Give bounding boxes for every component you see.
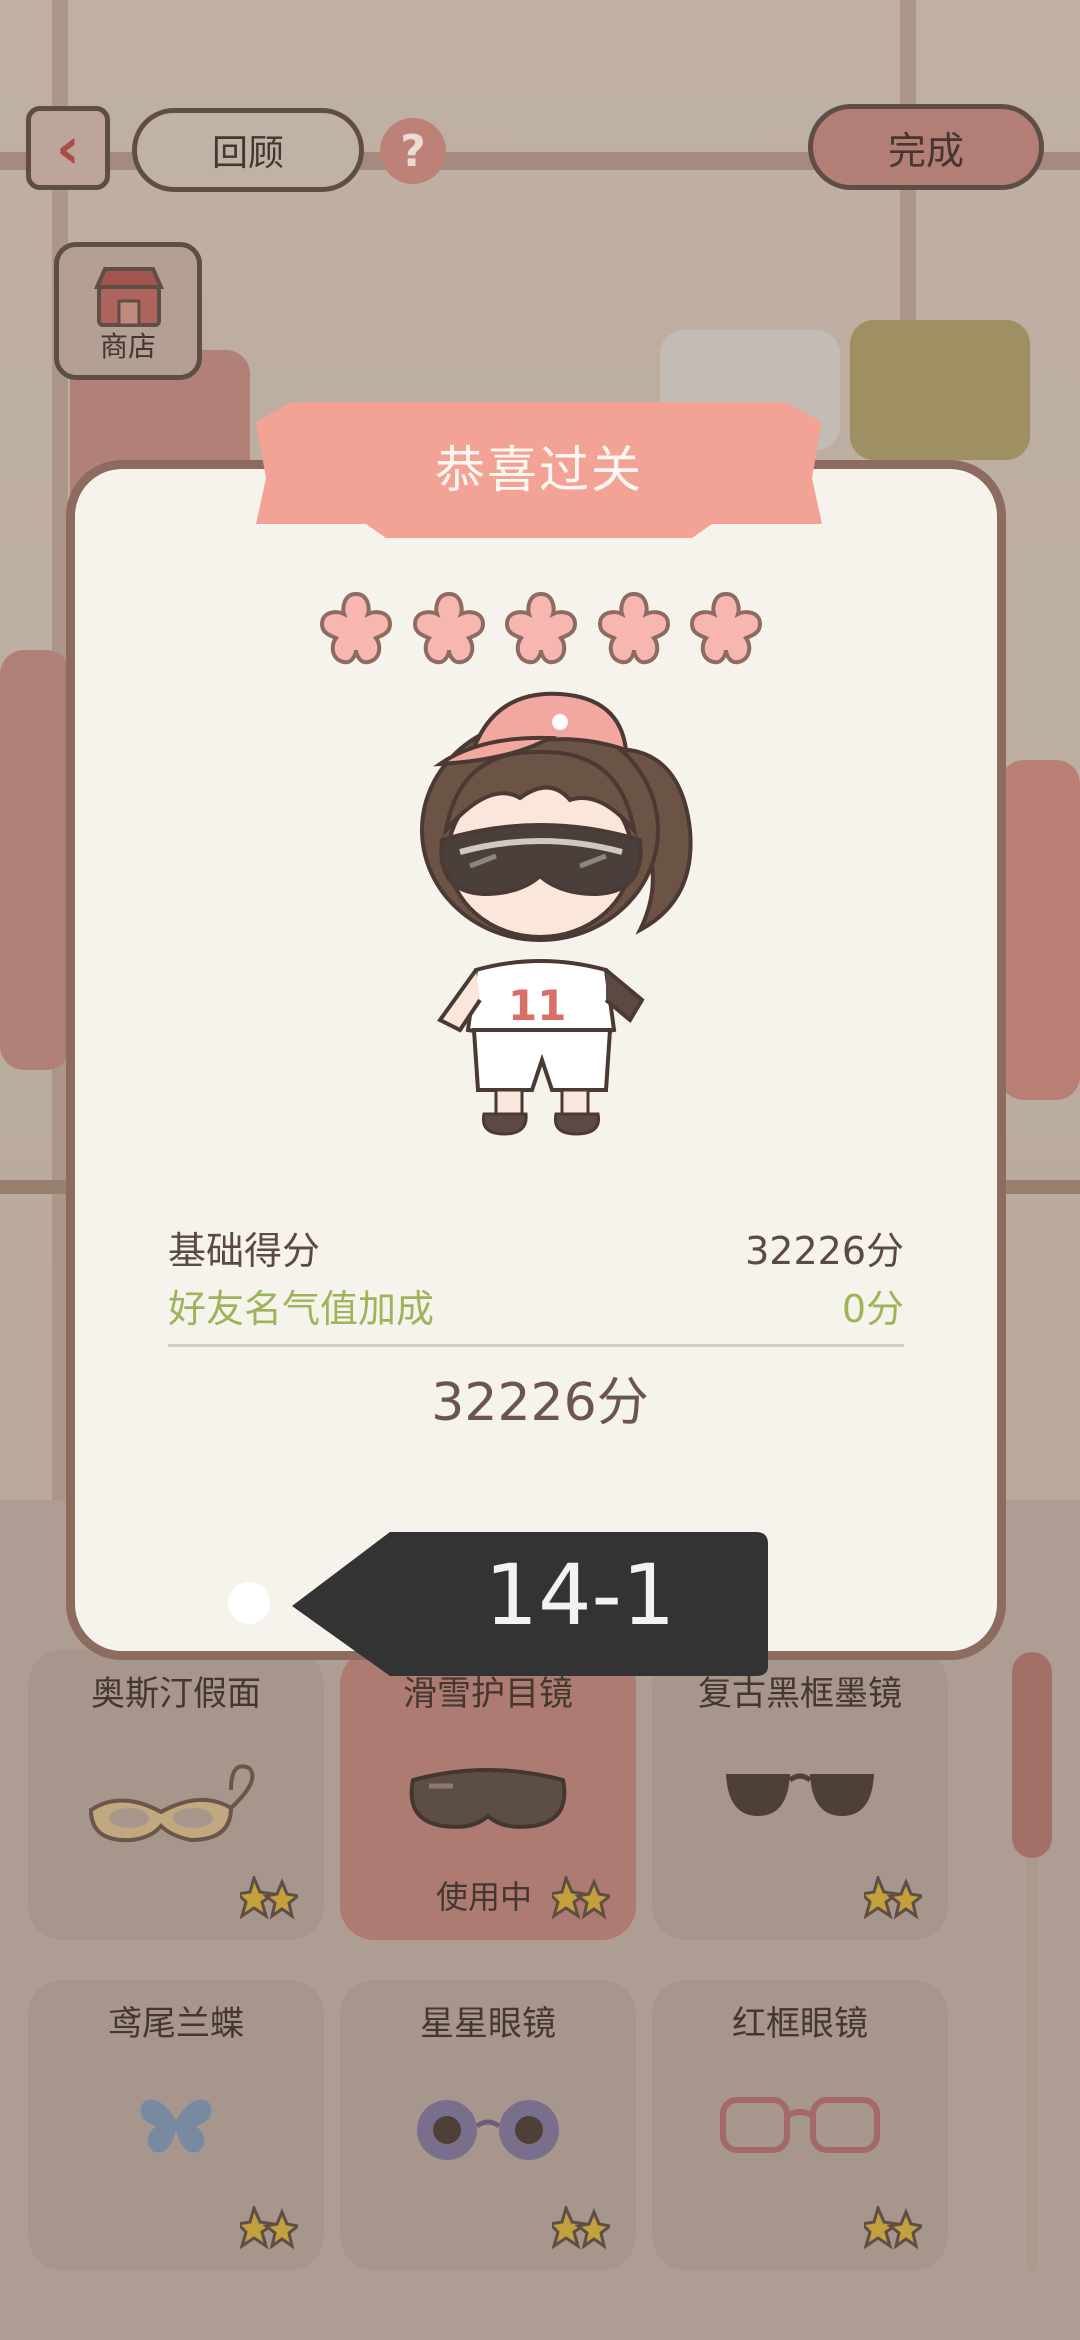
level-number: 14-1 <box>484 1546 676 1644</box>
flower-star-icon <box>412 591 485 665</box>
bonus-score-row: 好友名气值加成 0分 <box>168 1278 904 1333</box>
base-score-row: 基础得分 32226分 <box>168 1220 904 1275</box>
dialog-title: 恭喜过关 <box>435 441 643 499</box>
character-avatar: 11 <box>420 691 693 1136</box>
star-rating <box>318 590 764 666</box>
svg-text:11: 11 <box>508 981 566 1030</box>
flower-star-icon <box>689 591 763 665</box>
divider <box>168 1344 904 1347</box>
bonus-score-label: 好友名气值加成 <box>168 1287 435 1331</box>
flower-star-icon <box>504 591 578 665</box>
total-score: 32226分 <box>431 1373 649 1433</box>
base-score-label: 基础得分 <box>168 1229 321 1273</box>
page-indicator-dot <box>228 1582 270 1624</box>
base-score-value: 32226分 <box>745 1229 904 1273</box>
flower-star-icon <box>319 591 393 665</box>
flower-star-icon <box>597 591 670 665</box>
bonus-score-value: 0分 <box>841 1287 904 1331</box>
